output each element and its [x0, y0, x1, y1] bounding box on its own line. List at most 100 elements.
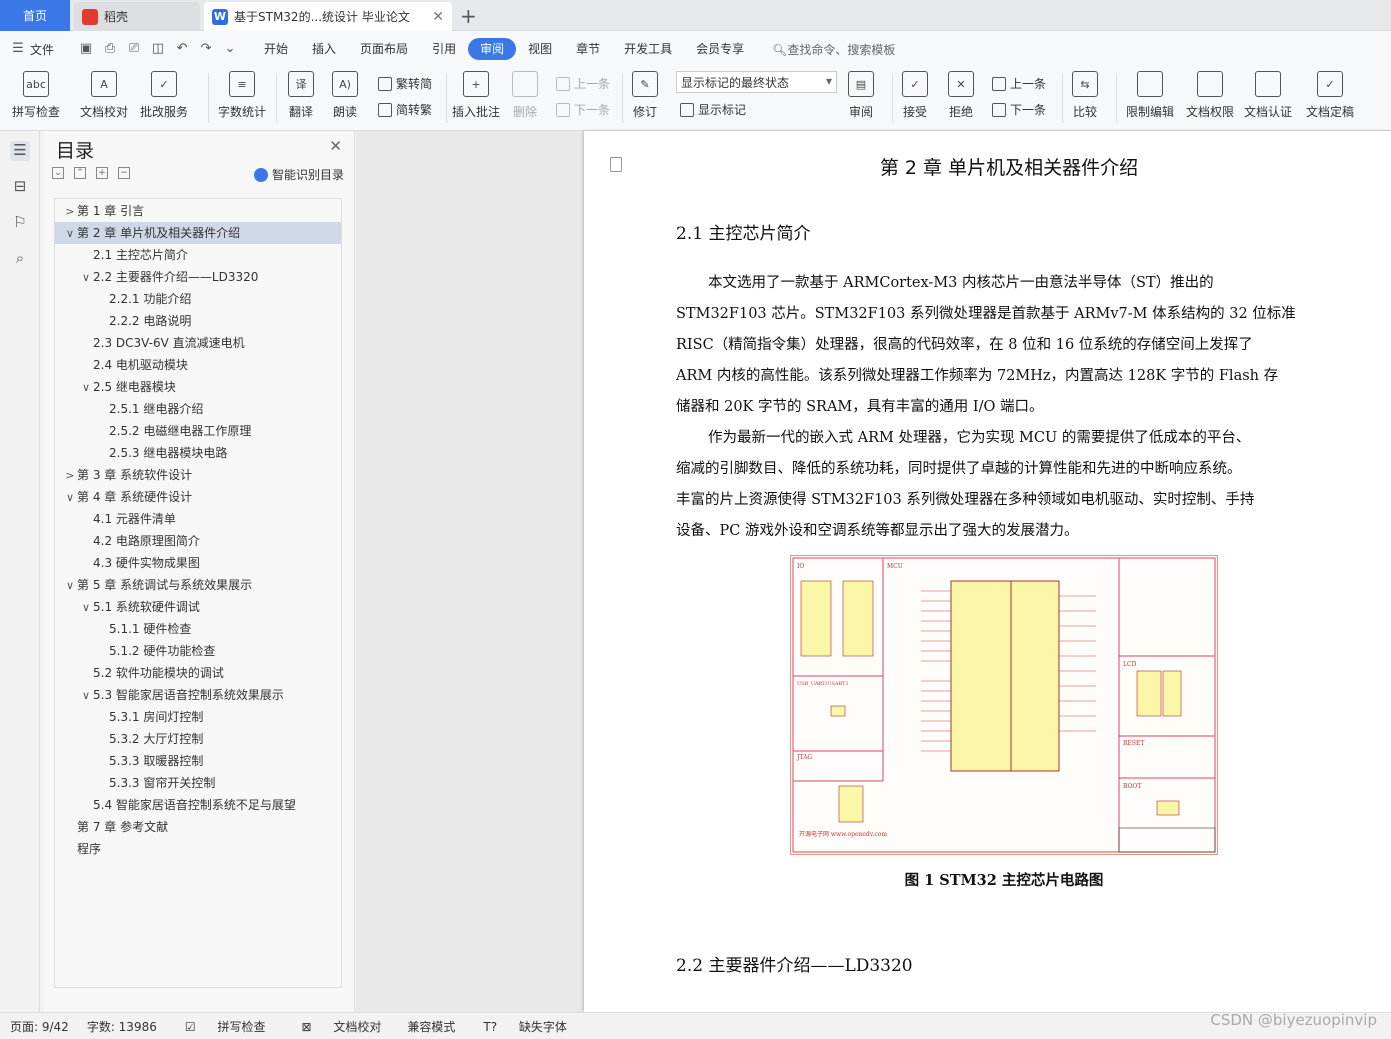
status-proof[interactable]: ⊠ 文档校对	[291, 1018, 389, 1035]
reject-button[interactable]: ✕ 拒绝	[948, 71, 974, 120]
toc-item[interactable]: 4.1 元器件清单	[55, 508, 341, 530]
toc-item[interactable]: 5.4 智能家居语音控制系统不足与展望	[55, 794, 341, 816]
toc-item[interactable]: ∨ 2.5 继电器模块	[55, 376, 341, 398]
markup-display-select[interactable]: 显示标记的最终状态	[676, 71, 837, 93]
toc-item[interactable]: 2.2.2 电路说明	[55, 310, 341, 332]
doc-permission-button[interactable]: 文档权限	[1186, 71, 1234, 120]
toc-item[interactable]: 5.1.1 硬件检查	[55, 618, 341, 640]
search-panel-icon[interactable]: ⌕	[10, 249, 30, 269]
toc-item[interactable]: 5.3.1 房间灯控制	[55, 706, 341, 728]
toc-item[interactable]: 4.3 硬件实物成果图	[55, 552, 341, 574]
chevron-down-icon[interactable]: ∨	[63, 487, 77, 509]
page-count[interactable]: 页面: 9/42	[10, 1018, 69, 1035]
insert-comment-button[interactable]: + 插入批注	[452, 71, 500, 120]
next-change-button[interactable]: 下一条	[992, 101, 1046, 118]
chevron-down-icon[interactable]: ∨	[79, 685, 93, 707]
word-count[interactable]: 字数: 13986	[87, 1018, 157, 1035]
chevron-down-icon[interactable]: ∨	[79, 377, 93, 399]
accept-button[interactable]: ✓ 接受	[902, 71, 928, 120]
collapse-all-icon[interactable]: ⌄	[52, 167, 64, 179]
remove-level-icon[interactable]: −	[118, 167, 130, 179]
toc-item[interactable]: ∨ 5.3 智能家居语音控制系统效果展示	[55, 684, 341, 706]
menu-view[interactable]: 视图	[516, 38, 564, 60]
bookmark-icon[interactable]: ⚐	[10, 213, 30, 233]
menu-file[interactable]: 文件	[30, 41, 54, 58]
toc-item[interactable]: 2.5.1 继电器介绍	[55, 398, 341, 420]
hamburger-icon[interactable]: ☰	[10, 41, 26, 57]
chevron-down-icon[interactable]: ∨	[63, 575, 77, 597]
toc-item[interactable]: 5.3.3 窗帘开关控制	[55, 772, 341, 794]
chevron-right-icon[interactable]: >	[63, 465, 77, 487]
doc-finalize-button[interactable]: ✓ 文档定稿	[1306, 71, 1354, 120]
trad-to-simp-button[interactable]: 繁转简	[378, 75, 432, 92]
chevron-down-icon[interactable]: ∨	[63, 223, 77, 245]
show-markup-button[interactable]: 显示标记	[680, 101, 746, 118]
close-icon[interactable]: ✕	[329, 137, 342, 155]
toc-item[interactable]: ∨ 第 4 章 系统硬件设计	[55, 486, 341, 508]
restrict-edit-button[interactable]: 限制编辑	[1126, 71, 1174, 120]
chevron-down-icon[interactable]: ∨	[79, 267, 93, 289]
menu-review[interactable]: 审阅	[468, 38, 517, 60]
translate-button[interactable]: 译翻译	[288, 71, 314, 120]
menu-dev-tools[interactable]: 开发工具	[612, 38, 684, 60]
review-pane-button[interactable]: ▤ 审阅	[848, 71, 874, 120]
close-tab-icon[interactable]: ✕	[432, 9, 444, 25]
menu-insert[interactable]: 插入	[300, 38, 348, 60]
smart-toc-button[interactable]: 智能识别目录	[253, 166, 344, 183]
tab-home[interactable]: 首页	[0, 0, 70, 31]
tab-daoke[interactable]: 稻壳	[74, 2, 200, 31]
word-count-button[interactable]: ≡ 字数统计	[218, 71, 266, 120]
toc-item[interactable]: ∨ 第 2 章 单片机及相关器件介绍	[55, 222, 341, 244]
status-spell-check[interactable]: ☑ 拼写检查	[175, 1018, 274, 1035]
read-aloud-button[interactable]: A) 朗读	[332, 71, 358, 120]
redo-icon[interactable]: ↷	[198, 41, 214, 57]
next-comment-button[interactable]: 下一条	[556, 101, 610, 118]
toc-item[interactable]: > 第 3 章 系统软件设计	[55, 464, 341, 486]
doc-proof-button[interactable]: A 文档校对	[80, 71, 128, 120]
toc-item[interactable]: ∨ 第 5 章 系统调试与系统效果展示	[55, 574, 341, 596]
toc-item[interactable]: > 第 1 章 引言	[55, 200, 341, 222]
toc-item[interactable]: 4.2 电路原理图简介	[55, 530, 341, 552]
print-icon[interactable]: ⎚	[126, 41, 142, 57]
toc-item[interactable]: 2.3 DC3V-6V 直流减速电机	[55, 332, 341, 354]
toc-item[interactable]: ∨ 5.1 系统软硬件调试	[55, 596, 341, 618]
toc-item[interactable]: 5.3.3 取暖器控制	[55, 750, 341, 772]
expand-icon[interactable]: ⌃	[74, 167, 86, 179]
doc-cert-button[interactable]: 文档认证	[1244, 71, 1292, 120]
toc-item[interactable]: 2.5.2 电磁继电器工作原理	[55, 420, 341, 442]
menu-reference[interactable]: 引用	[420, 38, 468, 60]
toc-item[interactable]: ∨ 2.2 主要器件介绍——LD3320	[55, 266, 341, 288]
toc-panel-icon[interactable]: ☰	[10, 141, 30, 161]
tab-document[interactable]: W 基于STM32的...统设计 毕业论文 ✕	[204, 2, 452, 31]
menu-layout[interactable]: 页面布局	[348, 38, 420, 60]
missing-font[interactable]: T? 缺失字体	[473, 1018, 575, 1035]
compat-mode[interactable]: 兼容模式	[407, 1018, 455, 1035]
spell-check-button[interactable]: abc 拼写检查	[12, 71, 60, 120]
toc-item[interactable]: 2.4 电机驱动模块	[55, 354, 341, 376]
menu-member[interactable]: 会员专享	[684, 38, 756, 60]
prev-change-button[interactable]: 上一条	[992, 75, 1046, 92]
toc-item[interactable]: 5.1.2 硬件功能检查	[55, 640, 341, 662]
menu-start[interactable]: 开始	[252, 38, 300, 60]
toc-item[interactable]: 第 7 章 参考文献	[55, 816, 341, 838]
prev-comment-button[interactable]: 上一条	[556, 75, 610, 92]
toc-item[interactable]: 2.5.3 继电器模块电路	[55, 442, 341, 464]
track-changes-button[interactable]: ✎ 修订	[632, 71, 658, 120]
add-level-icon[interactable]: +	[96, 167, 108, 179]
revise-service-button[interactable]: ✓ 批改服务	[140, 71, 188, 120]
toc-item[interactable]: 程序	[55, 838, 341, 860]
save-icon[interactable]: ▣	[78, 41, 94, 57]
compare-button[interactable]: ⇆ 比较	[1072, 71, 1098, 120]
toc-item[interactable]: 5.2 软件功能模块的调试	[55, 662, 341, 684]
preview-icon[interactable]: ◫	[150, 41, 166, 57]
menu-chapter[interactable]: 章节	[564, 38, 612, 60]
document-page[interactable]: 第 2 章 单片机及相关器件介绍 2.1 主控芯片简介 本文选用了一款基于 AR…	[584, 131, 1391, 1012]
undo-icon[interactable]: ↶	[174, 41, 190, 57]
more-icon[interactable]: ⌄	[222, 41, 238, 57]
toc-item[interactable]: 2.2.1 功能介绍	[55, 288, 341, 310]
simp-to-trad-button[interactable]: 简转繁	[378, 101, 432, 118]
delete-comment-button[interactable]: 删除	[512, 71, 538, 120]
new-tab-icon[interactable]: +	[460, 4, 477, 28]
export-icon[interactable]: ⎙	[102, 41, 118, 57]
navigation-panel-icon[interactable]: ⊟	[10, 177, 30, 197]
